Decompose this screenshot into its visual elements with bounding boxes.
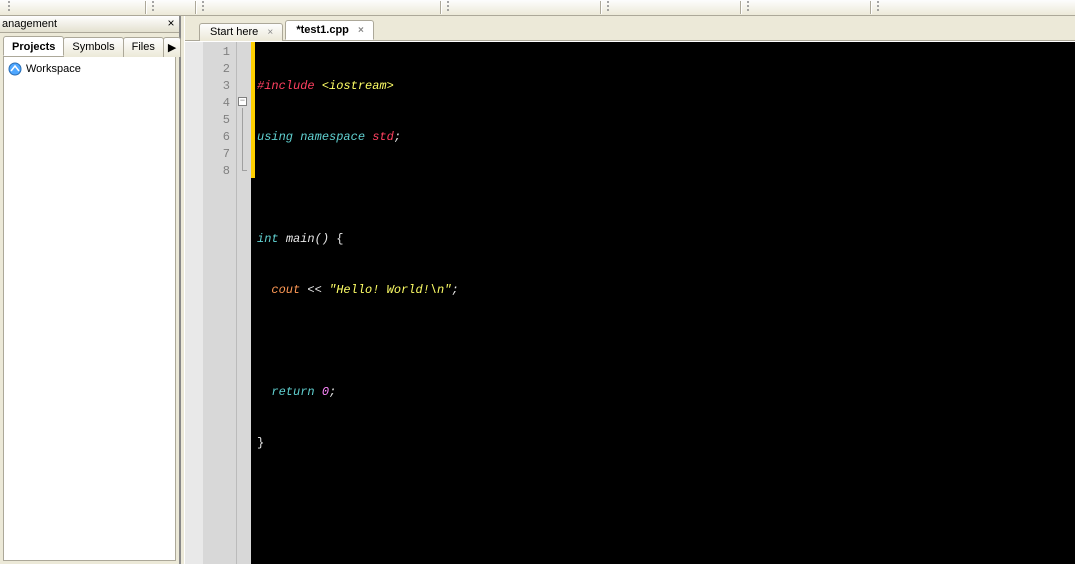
editor-tab-start-here[interactable]: Start here × — [199, 23, 283, 41]
code-line: using namespace std; — [257, 129, 1075, 146]
code-line: } — [257, 435, 1075, 452]
editor-left-margin — [185, 42, 203, 564]
line-number-gutter: 1 2 3 4 5 6 7 8 — [203, 42, 237, 564]
line-number: 8 — [203, 163, 236, 180]
code-line: cout << "Hello! World!\n"; — [257, 282, 1075, 299]
code-line: int main() { — [257, 231, 1075, 248]
close-icon[interactable]: × — [163, 17, 179, 32]
line-number: 5 — [203, 112, 236, 129]
editor-tab-bar: Start here × *test1.cpp × — [185, 16, 1075, 41]
tab-projects[interactable]: Projects — [3, 36, 64, 56]
management-tabs: Projects Symbols Files ▶ — [0, 33, 179, 56]
editor-region: Start here × *test1.cpp × 1 2 3 4 5 6 7 … — [185, 16, 1075, 564]
project-tree[interactable]: Workspace — [3, 56, 176, 561]
top-toolbar — [0, 0, 1075, 16]
editor-tab-test1-cpp[interactable]: *test1.cpp × — [285, 20, 374, 40]
tab-files[interactable]: Files — [123, 37, 164, 57]
line-number: 3 — [203, 78, 236, 95]
fold-guide-end — [242, 170, 247, 171]
code-area[interactable]: #include <iostream> using namespace std;… — [255, 42, 1075, 564]
line-number: 1 — [203, 44, 236, 61]
workspace-label: Workspace — [26, 63, 81, 75]
management-panel-title: anagement — [2, 18, 57, 30]
code-line: #include <iostream> — [257, 78, 1075, 95]
close-icon[interactable]: × — [264, 26, 276, 38]
main-area: anagement × Projects Symbols Files ▶ Wor… — [0, 16, 1075, 564]
line-number: 7 — [203, 146, 236, 163]
close-icon[interactable]: × — [355, 24, 367, 36]
tab-symbols[interactable]: Symbols — [63, 37, 123, 57]
workspace-node[interactable]: Workspace — [8, 61, 171, 77]
code-line: return 0; — [257, 384, 1075, 401]
code-editor[interactable]: 1 2 3 4 5 6 7 8 − #include <iostream> us… — [185, 41, 1075, 564]
management-panel: anagement × Projects Symbols Files ▶ Wor… — [0, 16, 181, 564]
fold-guide — [242, 108, 243, 170]
line-number: 2 — [203, 61, 236, 78]
tab-overflow[interactable]: ▶ — [163, 37, 181, 57]
code-line — [257, 333, 1075, 350]
fold-toggle-icon[interactable]: − — [238, 97, 247, 106]
editor-tab-label: *test1.cpp — [296, 24, 349, 36]
editor-tab-label: Start here — [210, 26, 258, 38]
workspace-icon — [8, 62, 22, 76]
fold-column: − — [237, 42, 251, 564]
management-panel-header: anagement × — [0, 16, 179, 33]
line-number: 6 — [203, 129, 236, 146]
code-line — [257, 180, 1075, 197]
line-number: 4 — [203, 95, 236, 112]
